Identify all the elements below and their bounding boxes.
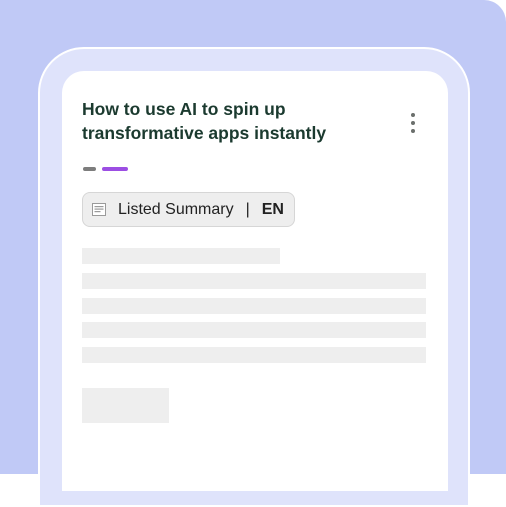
skeleton-line <box>82 273 426 289</box>
summary-chip-language: EN <box>261 200 284 218</box>
skeleton-line <box>82 347 426 363</box>
document-icon <box>92 203 106 216</box>
article-card: How to use AI to spin up transformative … <box>62 71 448 491</box>
summary-chip-separator: | <box>245 200 250 218</box>
skeleton-line <box>82 248 280 264</box>
pager-indicator <box>83 167 128 171</box>
summary-chip[interactable]: Listed Summary | EN <box>82 192 295 227</box>
more-vert-icon <box>410 112 416 134</box>
article-title: How to use AI to spin up transformative … <box>82 99 327 143</box>
skeleton-button <box>82 388 169 423</box>
pager-dot-inactive[interactable] <box>83 167 96 171</box>
summary-chip-label: Listed Summary <box>118 200 234 218</box>
skeleton-line <box>82 322 426 338</box>
more-options-button[interactable] <box>399 109 427 137</box>
pager-dot-active[interactable] <box>102 167 128 171</box>
skeleton-line <box>82 298 426 314</box>
